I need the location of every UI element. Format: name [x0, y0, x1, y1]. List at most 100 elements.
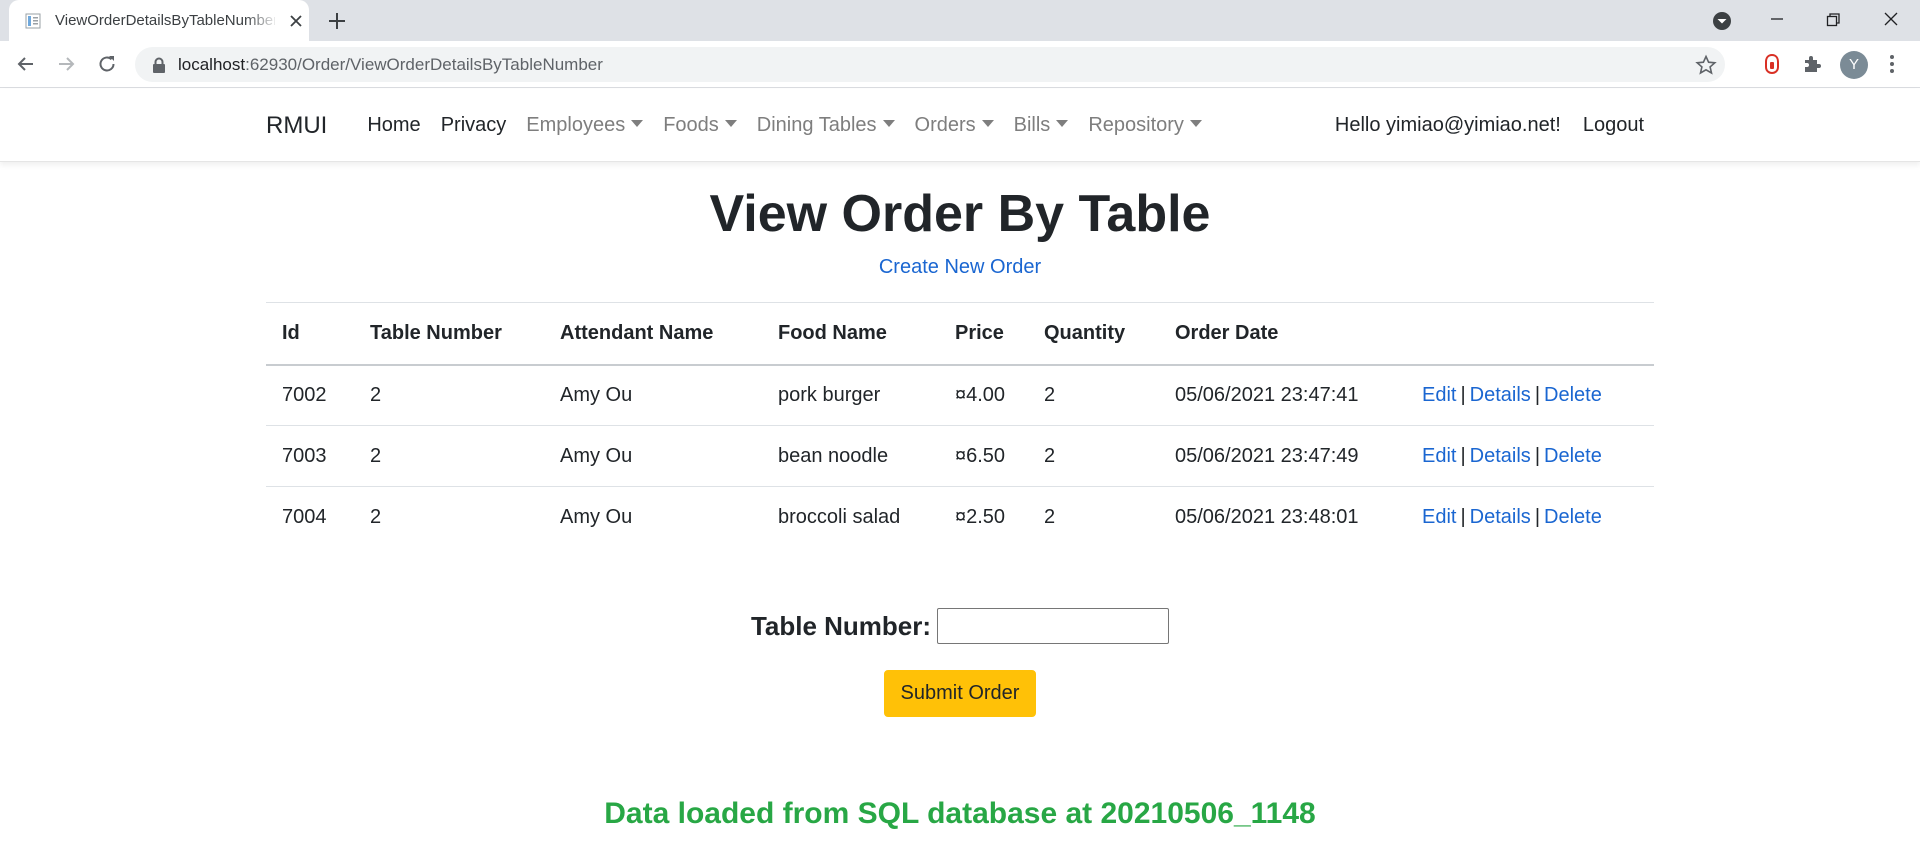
- status-message: Data loaded from SQL database at 2021050…: [604, 797, 1316, 830]
- reload-icon[interactable]: [95, 52, 119, 76]
- site-navbar: RMUI Home Privacy Employees Foods Dining…: [0, 89, 1920, 162]
- nav-orders-dropdown[interactable]: Orders: [905, 114, 1004, 137]
- action-separator: |: [1534, 444, 1541, 467]
- table-row: 7002 2 Amy Ou pork burger ¤4.00 2 05/06/…: [266, 364, 1654, 426]
- create-new-order-link-text[interactable]: Create New Order: [879, 256, 1041, 278]
- cell-actions: Edit | Details | Delete: [1406, 487, 1654, 548]
- cell-order-date: 05/06/2021 23:48:01: [1175, 505, 1359, 528]
- cell-food-name: broccoli salad: [778, 505, 901, 528]
- delete-link[interactable]: Delete: [1544, 384, 1602, 406]
- nav-foods-label: Foods: [663, 114, 719, 136]
- new-tab-icon[interactable]: [326, 10, 348, 32]
- header-quantity: Quantity: [1028, 302, 1159, 366]
- delete-link[interactable]: Delete: [1544, 445, 1602, 467]
- tab-search-icon[interactable]: [1708, 8, 1736, 32]
- cell-quantity: 2: [1044, 505, 1056, 528]
- profile-avatar[interactable]: Y: [1840, 51, 1868, 79]
- nav-repository-label: Repository: [1088, 114, 1184, 136]
- table-number-input[interactable]: [937, 608, 1170, 644]
- cell-table-number: 2: [370, 505, 382, 528]
- url-path: :62930/Order/ViewOrderDetailsByTableNumb…: [245, 55, 603, 74]
- forward-arrow-icon[interactable]: [54, 52, 78, 76]
- header-price: Price: [939, 302, 1028, 366]
- caret-down-icon: [1056, 120, 1069, 127]
- orders-table: Id Table Number Attendant Name Food Name…: [266, 302, 1654, 548]
- navbar-container: RMUI Home Privacy Employees Foods Dining…: [266, 89, 1654, 162]
- create-new-order-link: Create New Order: [0, 256, 1920, 279]
- action-separator: |: [1460, 444, 1466, 467]
- nav-foods-dropdown[interactable]: Foods: [653, 114, 747, 137]
- cell-id: 7002: [266, 364, 354, 426]
- brand-logo[interactable]: RMUI: [266, 112, 327, 140]
- cell-table-number: 2: [354, 425, 544, 487]
- back-arrow-icon[interactable]: [14, 52, 38, 76]
- nav-account-area: Hello yimiao@yimiao.net! Logout: [1325, 114, 1654, 137]
- bookmark-star-icon[interactable]: [1695, 54, 1717, 76]
- delete-link[interactable]: Delete: [1544, 506, 1602, 528]
- table-row: 7003 2 Amy Ou bean noodle ¤6.50 2 05/06/…: [266, 425, 1654, 487]
- table-number-label: Table Number:: [750, 610, 932, 641]
- details-link[interactable]: Details: [1470, 506, 1531, 528]
- header-id: Id: [266, 302, 354, 366]
- caret-down-icon: [631, 120, 644, 127]
- nav-privacy[interactable]: Privacy: [431, 114, 517, 137]
- cell-actions: Edit | Details | Delete: [1406, 364, 1654, 426]
- table-row: 7004 2 Amy Ou broccoli salad ¤2.50 2 05/…: [266, 487, 1654, 548]
- logout-button[interactable]: Logout: [1571, 114, 1654, 137]
- table-header-row: Id Table Number Attendant Name Food Name…: [266, 302, 1654, 366]
- cell-price: ¤4.00: [939, 364, 1028, 426]
- header-actions: [1406, 302, 1654, 366]
- restore-icon[interactable]: [1819, 8, 1847, 32]
- page-title: View Order By Table: [709, 185, 1211, 243]
- minimize-icon[interactable]: [1763, 8, 1791, 32]
- nav-home[interactable]: Home: [357, 114, 430, 137]
- action-separator: |: [1534, 505, 1541, 528]
- edit-link[interactable]: Edit: [1422, 506, 1456, 528]
- tab-title: ViewOrderDetailsByTableNumber: [55, 12, 275, 29]
- url-text: localhost:62930/Order/ViewOrderDetailsBy…: [178, 55, 603, 75]
- cell-order-date: 05/06/2021 23:47:41: [1159, 364, 1406, 426]
- extension-shield-icon[interactable]: [1760, 52, 1784, 76]
- caret-down-icon: [724, 120, 737, 127]
- cell-id: 7004: [282, 505, 327, 528]
- browser-tab-strip: ViewOrderDetailsByTableNumber: [0, 0, 1920, 41]
- nav-repository-dropdown[interactable]: Repository: [1078, 114, 1212, 137]
- window-close-icon[interactable]: [1877, 8, 1905, 32]
- address-bar[interactable]: localhost:62930/Order/ViewOrderDetailsBy…: [135, 47, 1725, 82]
- action-separator: |: [1534, 383, 1541, 406]
- details-link[interactable]: Details: [1470, 445, 1531, 467]
- close-tab-icon[interactable]: [287, 12, 305, 30]
- cell-attendant-name: Amy Ou: [544, 425, 762, 487]
- nav-dining-tables-label: Dining Tables: [756, 114, 877, 136]
- lock-icon[interactable]: [152, 57, 166, 73]
- edit-link[interactable]: Edit: [1422, 445, 1456, 467]
- nav-orders-label: Orders: [914, 114, 976, 136]
- nav-dining-tables-dropdown[interactable]: Dining Tables: [747, 114, 905, 137]
- more-menu-icon[interactable]: [1880, 52, 1904, 76]
- user-greeting-link[interactable]: Hello yimiao@yimiao.net!: [1325, 114, 1571, 137]
- edit-link[interactable]: Edit: [1422, 384, 1456, 406]
- cell-order-date: 05/06/2021 23:47:49: [1159, 425, 1406, 487]
- cell-attendant-name: Amy Ou: [544, 364, 762, 426]
- browser-toolbar: localhost:62930/Order/ViewOrderDetailsBy…: [0, 41, 1920, 88]
- header-attendant-name: Attendant Name: [544, 302, 762, 366]
- extensions-puzzle-icon[interactable]: [1800, 52, 1824, 76]
- caret-down-icon: [981, 120, 994, 127]
- cell-quantity: 2: [1028, 364, 1159, 426]
- browser-tab[interactable]: ViewOrderDetailsByTableNumber: [9, 0, 309, 41]
- action-separator: |: [1460, 383, 1466, 406]
- cell-quantity: 2: [1028, 425, 1159, 487]
- nav-bills-dropdown[interactable]: Bills: [1004, 114, 1079, 137]
- cell-actions: Edit | Details | Delete: [1406, 425, 1654, 487]
- submit-order-button[interactable]: Submit Order: [884, 670, 1036, 717]
- details-link[interactable]: Details: [1470, 384, 1531, 406]
- caret-down-icon: [1189, 120, 1202, 127]
- header-food-name: Food Name: [762, 302, 939, 366]
- cell-food-name: bean noodle: [762, 425, 939, 487]
- nav-employees-label: Employees: [526, 114, 626, 136]
- cell-food-name: pork burger: [762, 364, 939, 426]
- nav-employees-dropdown[interactable]: Employees: [516, 114, 653, 137]
- url-host: localhost: [178, 55, 246, 74]
- cell-price: ¤2.50: [955, 505, 1006, 528]
- header-table-number: Table Number: [354, 302, 544, 366]
